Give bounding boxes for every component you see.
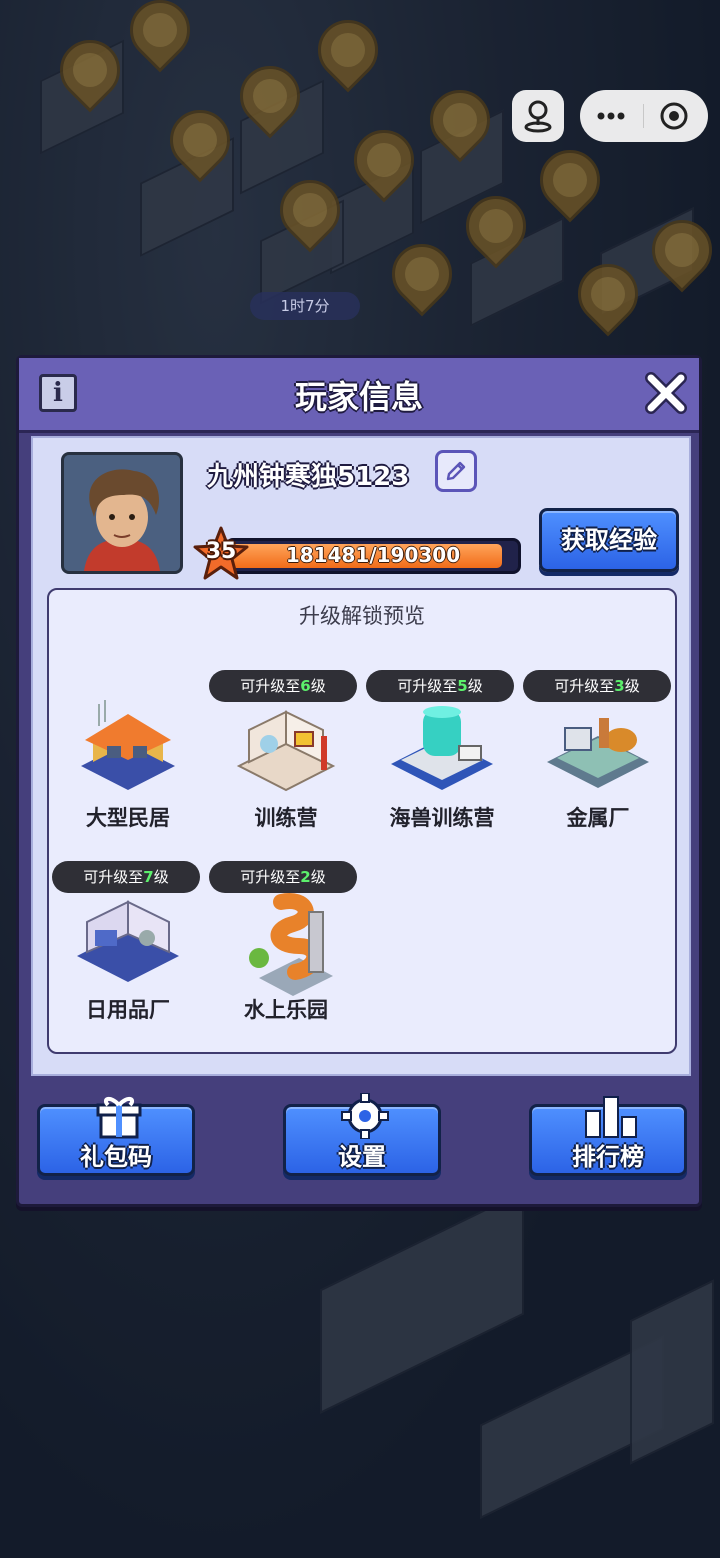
player-level: 35 — [205, 539, 237, 564]
tag-suffix: 级 — [467, 677, 483, 695]
tag-suffix: 级 — [310, 868, 326, 886]
daily-goods-factory-icon — [77, 900, 179, 982]
dialog-header: i 玩家信息 — [19, 358, 699, 433]
avatar-portrait-icon — [64, 455, 180, 571]
tag-suffix: 级 — [310, 677, 326, 695]
tag-level: 5 — [457, 677, 468, 695]
tag-level: 7 — [143, 868, 154, 886]
sea-beast-camp-icon — [391, 706, 493, 790]
player-info-dialog: i 玩家信息 九州钟寒独5123 181481/190300 35 获取经验 升… — [16, 355, 702, 1207]
user-profile-button[interactable] — [512, 90, 564, 142]
get-experience-button[interactable]: 获取经验 — [539, 508, 679, 572]
unlock-level-tag: 可升级至6级 — [209, 670, 357, 702]
leaderboard-button[interactable]: 排行榜 — [529, 1096, 687, 1176]
tag-prefix: 可升级至 — [83, 868, 144, 886]
player-name: 九州钟寒独5123 — [207, 462, 410, 492]
gift-code-label: 礼包码 — [80, 1143, 152, 1171]
tag-prefix: 可升级至 — [240, 677, 301, 695]
leaderboard-label: 排行榜 — [572, 1143, 644, 1171]
gear-icon — [341, 1093, 389, 1139]
preview-title: 升级解锁预览 — [299, 604, 425, 628]
pencil-icon — [446, 461, 466, 481]
building-name: 日用品厂 — [86, 998, 170, 1022]
edit-name-button[interactable] — [435, 450, 477, 492]
tag-prefix: 可升级至 — [397, 677, 458, 695]
settings-button[interactable]: 设置 — [283, 1093, 441, 1176]
unlock-level-tag: 可升级至5级 — [366, 670, 514, 702]
upgrade-unlock-preview: 升级解锁预览 大型民居 训练营 海兽训练营 金属厂 日用品厂 水上乐园 可升级至… — [47, 588, 677, 1054]
house-building-icon — [81, 700, 175, 790]
unlock-level-tag: 可升级至2级 — [209, 861, 357, 893]
experience-bar: 181481/190300 — [225, 538, 521, 574]
unlock-level-tag: 可升级至7级 — [52, 861, 200, 893]
unlock-level-tag: 可升级至3级 — [523, 670, 671, 702]
player-info-panel: 九州钟寒独5123 181481/190300 35 获取经验 升级解锁预览 大… — [31, 436, 691, 1076]
build-timer: 1时7分 — [250, 292, 360, 320]
tag-level: 6 — [300, 677, 311, 695]
building-name: 金属厂 — [566, 806, 630, 830]
tag-suffix: 级 — [624, 677, 640, 695]
more-dots-icon — [597, 112, 625, 120]
player-avatar[interactable] — [61, 452, 183, 574]
building-card[interactable]: 大型民居 — [53, 666, 203, 846]
bar-chart-icon — [585, 1096, 637, 1138]
mini-program-capsule — [580, 90, 708, 142]
more-menu-button[interactable] — [580, 90, 643, 142]
gift-code-button[interactable]: 礼包码 — [37, 1097, 195, 1176]
metal-factory-icon — [547, 718, 649, 788]
gift-icon — [96, 1097, 142, 1139]
dialog-title: 玩家信息 — [294, 378, 423, 416]
user-icon — [524, 100, 552, 133]
building-name: 训练营 — [254, 806, 318, 830]
water-park-icon — [249, 893, 333, 996]
tag-level: 2 — [300, 868, 311, 886]
exit-mini-program-button[interactable] — [644, 90, 708, 142]
tag-prefix: 可升级至 — [240, 868, 301, 886]
building-name: 海兽训练营 — [389, 806, 495, 830]
close-button[interactable] — [643, 370, 689, 416]
target-close-icon — [660, 102, 688, 130]
building-name: 水上乐园 — [244, 998, 328, 1022]
building-name: 大型民居 — [86, 806, 170, 830]
close-icon — [645, 372, 687, 414]
settings-label: 设置 — [338, 1143, 386, 1171]
tag-suffix: 级 — [153, 868, 169, 886]
training-camp-icon — [236, 710, 336, 792]
tag-prefix: 可升级至 — [554, 677, 615, 695]
experience-text: 181481/190300 — [285, 543, 461, 567]
tag-level: 3 — [614, 677, 625, 695]
